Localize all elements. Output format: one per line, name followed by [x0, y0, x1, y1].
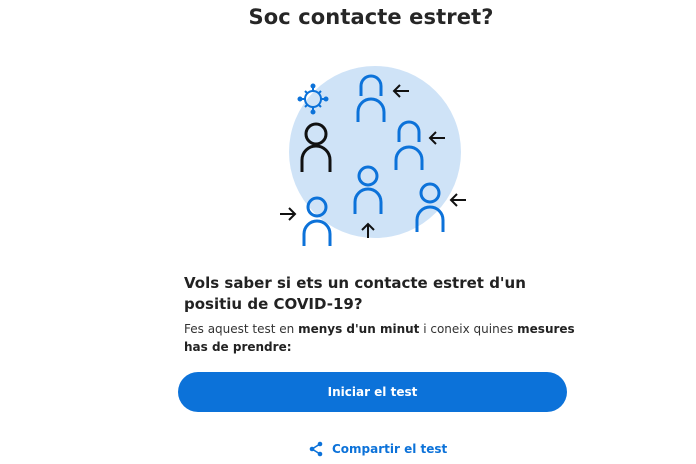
start-test-button[interactable]: Iniciar el test	[178, 372, 567, 412]
contact-tracing-illustration	[280, 66, 466, 246]
page-title: Soc contacte estret?	[248, 5, 494, 29]
arrow-icon	[449, 193, 466, 207]
description-text: Fes aquest test en	[184, 322, 299, 336]
description-text: i coneix quines	[419, 322, 518, 336]
arrow-icon	[280, 207, 297, 221]
description-bold-duration: menys d'un minut	[298, 322, 420, 336]
share-icon	[309, 441, 323, 457]
share-label: Compartir el test	[332, 442, 448, 456]
question-heading: Vols saber si ets un contacte estret d'u…	[184, 274, 526, 313]
share-test-link[interactable]: Compartir el test	[308, 438, 447, 460]
test-description: Fes aquest test en menys d'un minut i co…	[184, 320, 584, 356]
